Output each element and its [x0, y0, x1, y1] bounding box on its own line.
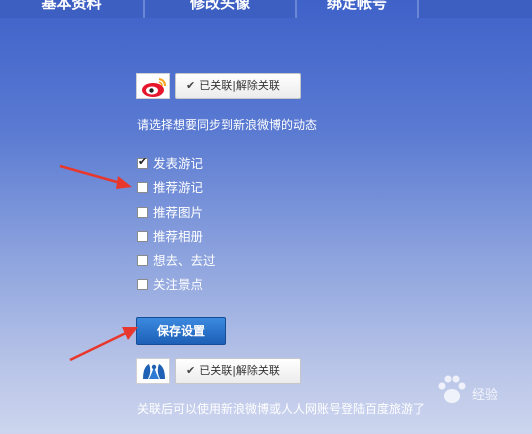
sync-prompt: 请选择想要同步到新浪微博的动态: [137, 118, 318, 132]
weibo-status-label: 已关联|解除关联: [199, 79, 280, 92]
check-icon: ✔: [186, 364, 196, 377]
tab-bar: 基本资料 修改头像 绑定帐号: [0, 0, 532, 18]
option-label: 关注景点: [153, 277, 204, 292]
sina-weibo-icon: [136, 73, 170, 99]
paw-icon: [438, 375, 466, 403]
checkbox[interactable]: [137, 207, 148, 218]
tab-bind-account[interactable]: 绑定帐号: [297, 0, 417, 18]
save-settings-button[interactable]: 保存设置: [136, 317, 226, 345]
option-label: 推荐相册: [153, 229, 204, 244]
renren-status-label: 已关联|解除关联: [199, 364, 280, 377]
annotation-arrow-icon: [69, 327, 138, 362]
watermark-text: 经验: [472, 388, 499, 403]
annotation-arrow-icon: [59, 164, 132, 189]
option-label: 推荐图片: [153, 205, 204, 220]
check-icon: ✔: [186, 79, 196, 92]
checkbox[interactable]: [137, 182, 148, 193]
renren-unlink-button[interactable]: ✔ 已关联|解除关联: [175, 358, 301, 384]
weibo-unlink-button[interactable]: ✔ 已关联|解除关联: [175, 73, 301, 99]
option-label: 推荐游记: [153, 180, 204, 195]
tab-basic-info[interactable]: 基本资料: [0, 0, 143, 18]
tab-other[interactable]: [419, 0, 532, 18]
option-label: 想去、去过: [153, 253, 216, 268]
checkbox[interactable]: [137, 255, 148, 266]
option-label: 发表游记: [153, 156, 204, 171]
tab-change-avatar[interactable]: 修改头像: [145, 0, 295, 18]
checkbox[interactable]: [137, 155, 148, 169]
baidu-jingyan-watermark: 经验: [434, 370, 529, 410]
binding-footnote: 关联后可以使用新浪微博或人人网账号登陆百度旅游了: [137, 402, 426, 416]
checkbox[interactable]: [137, 231, 148, 242]
checkbox[interactable]: [137, 279, 148, 290]
